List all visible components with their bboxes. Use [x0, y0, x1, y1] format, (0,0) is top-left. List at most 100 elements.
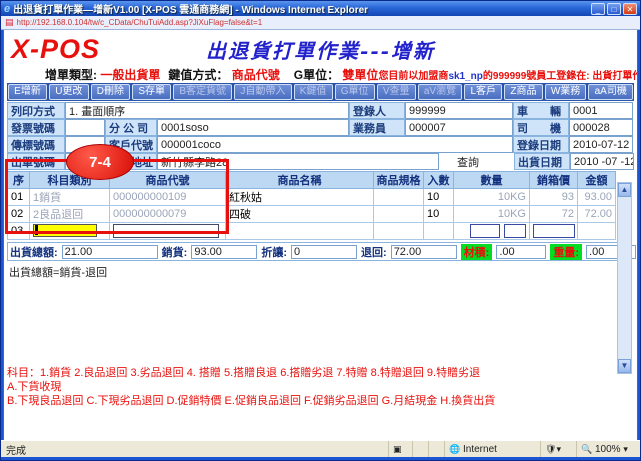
unit-label: G單位：	[294, 68, 339, 82]
invoice-field[interactable]	[65, 119, 105, 136]
help-line-3: B.下現良品退回 C.下現劣品退回 D.促銷特價 E.促銷良品退回 F.促銷劣品…	[7, 394, 634, 408]
order-number-label: 出單號碼	[7, 153, 65, 170]
page-icon: ▤	[5, 17, 14, 28]
row3-code-cell	[110, 223, 226, 240]
toolbar-button-delete[interactable]: D刪除	[91, 84, 131, 100]
toolbar-button-unit[interactable]: G單位	[335, 84, 375, 100]
text-caret	[35, 225, 38, 235]
toolbar-button-customer[interactable]: L客戶	[464, 84, 502, 100]
branch-field[interactable]: 0001soso	[157, 119, 349, 136]
close-button[interactable]: ✕	[623, 3, 637, 15]
toolbar-button-update[interactable]: U更改	[49, 84, 89, 100]
status-cell-empty1	[412, 441, 428, 457]
qty-unit-input[interactable]	[504, 224, 526, 238]
globe-icon: 🌐	[449, 444, 460, 455]
row3-amount	[578, 223, 616, 240]
col-qty: 數量	[454, 172, 530, 189]
print-mode-label: 列印方式	[7, 102, 65, 119]
regdate-label: 登錄日期	[513, 136, 569, 153]
subject-input[interactable]	[33, 224, 97, 237]
shipdate-label: 出貨日期	[514, 153, 570, 170]
toolbar-button-autofill[interactable]: J自動帶入	[234, 84, 291, 100]
key-mode-label: 鍵值方式：	[168, 68, 228, 82]
toolbar-button-keyvalue[interactable]: K鍵值	[294, 84, 333, 100]
return-total-value: 72.00	[391, 245, 457, 259]
window-frame-bottom	[1, 457, 640, 460]
toolbar: E增新 U更改 D刪除 S存單 B客定貨號 J自動帶入 K鍵值 G單位 V查量 …	[7, 83, 634, 101]
row1-qty: 10KG	[454, 189, 530, 206]
qty-input[interactable]	[470, 224, 500, 238]
document-icon: ▣	[388, 441, 412, 457]
col-spec: 商品規格	[374, 172, 424, 189]
row3-qty-cell	[454, 223, 530, 240]
toolbar-button-driver[interactable]: aA司機	[588, 84, 633, 100]
col-name: 商品名稱	[226, 172, 374, 189]
help-line-1: 科目：1.銷貨 2.良品退回 3.劣品退回 4. 搭贈 5.搭贈良退 6.搭贈劣…	[7, 366, 634, 380]
phishing-filter[interactable]: 🛡▾	[540, 441, 576, 457]
total-amount-label: 出貨總額:	[10, 244, 58, 260]
status-bar: 完成 ▣ 🌐 Internet 🛡▾ 🔍 100% ▾	[1, 440, 640, 457]
salesman-field[interactable]: 000007	[405, 119, 513, 136]
row2-amount: 72.00	[578, 206, 616, 223]
row1-amount: 93.00	[578, 189, 616, 206]
print-mode-field[interactable]: 1. 畫面順序	[65, 102, 349, 119]
customer-code-field[interactable]: 000001coco	[157, 136, 513, 153]
toolbar-button-product[interactable]: Z商品	[504, 84, 542, 100]
magnifier-icon: 🔍	[581, 444, 592, 455]
zoom-control[interactable]: 🔍 100% ▾	[576, 441, 640, 457]
row1-name: 紅秋姑	[226, 189, 374, 206]
toolbar-button-save[interactable]: S存單	[132, 84, 171, 100]
vertical-scrollbar[interactable]: ▲ ▼	[617, 182, 632, 374]
invoice-label: 發票號碼	[7, 119, 65, 136]
col-qty-in: 入數	[424, 172, 454, 189]
col-amount: 金額	[578, 172, 616, 189]
row3-qty-in	[424, 223, 454, 240]
row3-spec	[374, 223, 424, 240]
toolbar-button-check-qty[interactable]: V查量	[377, 84, 416, 100]
login-status: 您目前以加盟商sk1_np的999999號員工登錄在: 出貨打單作業--增新	[378, 67, 638, 82]
toolbar-button-browse[interactable]: aV瀏覽	[418, 84, 463, 100]
row1-qty-in: 10	[424, 189, 454, 206]
query-button[interactable]: 查詢	[439, 153, 497, 170]
sales-total-value: 93.00	[191, 245, 257, 259]
shipdate-field[interactable]: 2010 -07 -12	[570, 153, 634, 170]
page-title: 出退貨打單作業---增新	[7, 35, 634, 64]
branch-label: 分 公 司	[105, 119, 157, 136]
regdate-field[interactable]: 2010-07-12	[569, 136, 633, 153]
url-text[interactable]: http://192.168.0.104/tw/c_CData/ChuTuiAd…	[17, 18, 263, 27]
discount-value: 0	[291, 245, 357, 259]
ie-icon: e	[4, 3, 10, 15]
salesman-label: 業務員	[349, 119, 405, 136]
login-user-id: sk1_np	[448, 71, 482, 82]
row2-qty: 10KG	[454, 206, 530, 223]
window-title: 出退貨打單作業—增新V1.00 [X-POS 雲通商務網] - Windows …	[13, 1, 591, 16]
toolbar-button-sales[interactable]: W業務	[545, 84, 587, 100]
address-bar: ▤ http://192.168.0.104/tw/c_CData/ChuTui…	[1, 16, 640, 30]
address-field[interactable]: 新竹縣李路28	[157, 153, 439, 170]
meta-row: 增單類型: 一般出貨單 鍵值方式： 商品代號 G單位： 雙單位 您目前以加盟商s…	[7, 66, 634, 82]
subject-help-text: 科目：1.銷貨 2.良品退回 3.劣品退回 4. 搭贈 5.搭贈良退 6.搭贈劣…	[7, 366, 634, 408]
table-row: 01 1銷貨 000000000109 紅秋姑 10 10KG 93 93.00	[8, 189, 616, 206]
total-formula: 出貨總額=銷貨-退回	[9, 264, 634, 280]
order-type-label: 增單類型:	[45, 68, 97, 82]
annotation-bubble: 7-4	[66, 144, 134, 180]
scroll-up-icon[interactable]: ▲	[618, 183, 631, 197]
minimize-button[interactable]: _	[591, 3, 605, 15]
scroll-down-icon[interactable]: ▼	[618, 359, 631, 373]
row2-qty-in: 10	[424, 206, 454, 223]
weight-label: 重量:	[550, 244, 582, 260]
maximize-button[interactable]: □	[607, 3, 621, 15]
driver-field[interactable]: 000028	[569, 119, 633, 136]
toolbar-button-add[interactable]: E增新	[8, 84, 47, 100]
status-text: 完成	[1, 441, 388, 457]
pass-number-label: 傳標號碼	[7, 136, 65, 153]
row2-seq: 02	[8, 206, 30, 223]
product-code-input[interactable]	[113, 224, 219, 238]
row2-subject: 2良品退回	[30, 206, 110, 223]
title-bar: e 出退貨打單作業—增新V1.00 [X-POS 雲通商務網] - Window…	[1, 1, 640, 16]
price-input[interactable]	[533, 224, 575, 238]
toolbar-button-custom-code[interactable]: B客定貨號	[173, 84, 232, 100]
registrant-field[interactable]: 999999	[405, 102, 513, 119]
vehicle-field[interactable]: 0001	[569, 102, 633, 119]
items-table: 序 科目類別 商品代號 商品名稱 商品規格 入數 數量 銷箱價 金額 01 1銷…	[7, 171, 616, 240]
